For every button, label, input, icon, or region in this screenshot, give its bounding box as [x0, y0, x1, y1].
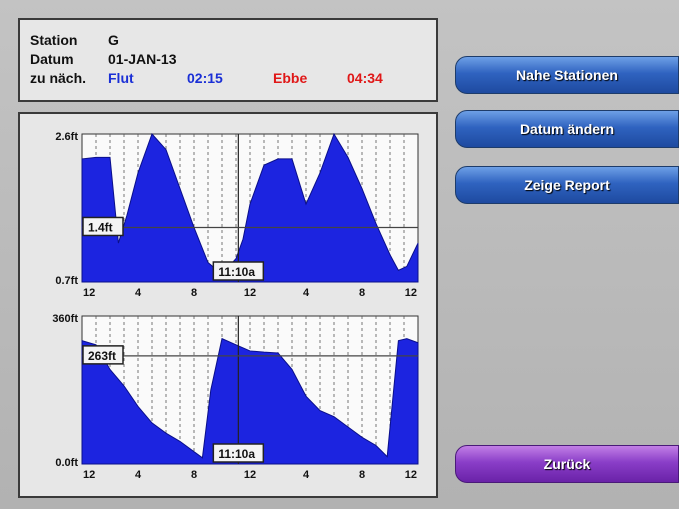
cursor-time-label: 11:10a — [218, 447, 255, 461]
station-label: Station — [30, 32, 78, 48]
x-tick-label: 12 — [83, 287, 95, 299]
tide-screen: Station G Datum 01-JAN-13 zu näch. Flut … — [0, 0, 679, 509]
x-tick-label: 12 — [244, 469, 256, 481]
date-label: Datum — [30, 51, 74, 67]
next-label: zu näch. — [30, 70, 87, 86]
flood-label: Flut — [108, 70, 134, 86]
x-tick-label: 12 — [405, 287, 417, 299]
charts-panel: 1.4ft 11:10a 2.6ft 0.7ft 12 4 8 12 4 8 12 263ft 11:1… — [18, 112, 438, 498]
x-tick-label: 12 — [83, 469, 95, 481]
x-tick-label: 8 — [359, 287, 365, 299]
cursor-value-label: 1.4ft — [88, 220, 113, 234]
ebb-label: Ebbe — [273, 70, 308, 86]
date-value: 01-JAN-13 — [108, 51, 177, 67]
nearby-stations-button[interactable]: Nahe Stationen — [455, 56, 679, 94]
y-bottom-label: 0.7ft — [55, 275, 78, 287]
x-tick-label: 8 — [191, 287, 197, 299]
x-tick-label: 4 — [303, 287, 310, 299]
ebb-time: 04:34 — [347, 70, 383, 86]
back-button[interactable]: Zurück — [455, 445, 679, 483]
cursor-value-label: 263ft — [88, 349, 116, 363]
x-tick-label: 8 — [191, 469, 197, 481]
y-top-label: 2.6ft — [55, 131, 78, 143]
station-info-panel: Station G Datum 01-JAN-13 zu näch. Flut … — [18, 18, 438, 102]
tide-current-charts: 1.4ft 11:10a 2.6ft 0.7ft 12 4 8 12 4 8 12 263ft 11:1… — [52, 131, 419, 481]
x-tick-label: 8 — [359, 469, 365, 481]
station-value: G — [108, 32, 119, 48]
x-tick-label: 4 — [303, 469, 310, 481]
x-tick-label: 12 — [405, 469, 417, 481]
cursor-time-label: 11:10a — [218, 265, 255, 279]
flood-time: 02:15 — [187, 70, 223, 86]
x-tick-label: 4 — [135, 287, 142, 299]
y-bottom-label: 0.0ft — [55, 457, 78, 469]
y-top-label: 360ft — [52, 313, 78, 325]
show-report-button[interactable]: Zeige Report — [455, 166, 679, 204]
x-tick-label: 12 — [244, 287, 256, 299]
change-date-button[interactable]: Datum ändern — [455, 110, 679, 148]
x-tick-label: 4 — [135, 469, 142, 481]
